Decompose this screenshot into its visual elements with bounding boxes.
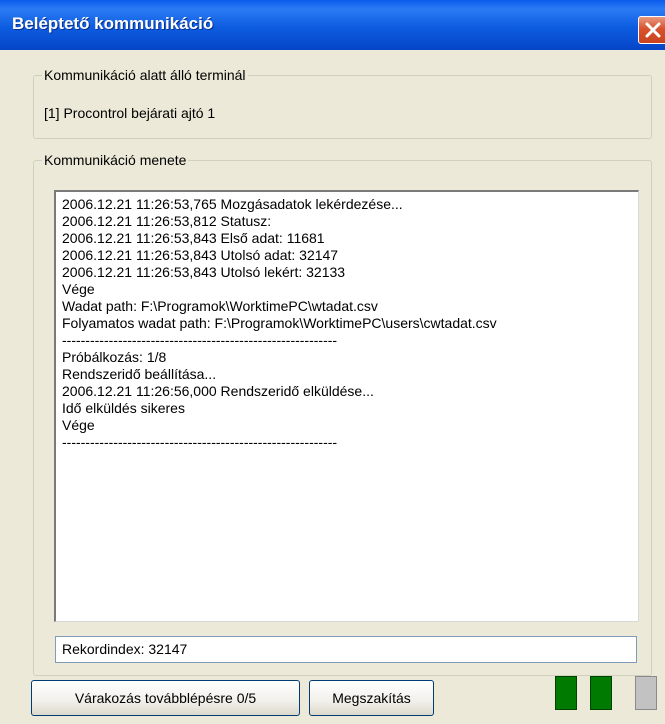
abort-button[interactable]: Megszakítás [309, 680, 434, 716]
indicator-2 [590, 676, 612, 710]
close-button[interactable] [638, 16, 665, 44]
log-group-legend: Kommunikáció menete [42, 151, 189, 169]
log-lines: 2006.12.21 11:26:53,765 Mozgásadatok lek… [56, 192, 638, 451]
log-line: Vége [62, 281, 95, 297]
communication-log[interactable]: 2006.12.21 11:26:53,765 Mozgásadatok lek… [54, 190, 639, 622]
log-line: 2006.12.21 11:26:53,812 Statusz: [62, 213, 272, 229]
log-line: 2006.12.21 11:26:56,000 Rendszeridő elkü… [62, 383, 374, 399]
title-bar[interactable]: Beléptető kommunikáció [0, 0, 665, 50]
log-line: Idő elküldés sikeres [62, 400, 185, 416]
log-line: ----------------------------------------… [62, 434, 338, 450]
indicator-3 [635, 676, 657, 710]
log-line: Próbálkozás: 1/8 [62, 349, 167, 365]
indicator-1 [555, 676, 577, 710]
log-line: 2006.12.21 11:26:53,843 Utolsó adat: 321… [62, 247, 339, 263]
log-line: 2006.12.21 11:26:53,843 Utolsó lekért: 3… [62, 264, 346, 280]
log-line: Wadat path: F:\Programok\WorktimePC\wtad… [62, 298, 378, 314]
log-line: 2006.12.21 11:26:53,843 Első adat: 11681 [62, 230, 325, 246]
log-line: Folyamatos wadat path: F:\Programok\Work… [62, 315, 497, 331]
close-icon [645, 22, 661, 38]
record-index-field[interactable]: Rekordindex: 32147 [55, 636, 637, 663]
log-line: ----------------------------------------… [62, 332, 338, 348]
log-line: Rendszeridő beállítása... [62, 366, 217, 382]
window-title: Beléptető kommunikáció [12, 14, 214, 33]
wait-button[interactable]: Várakozás továbblépésre 0/5 [31, 680, 300, 716]
terminal-name: [1] Procontrol bejárati ajtó 1 [44, 105, 216, 121]
terminal-groupbox: Kommunikáció alatt álló terminál [1] Pro… [33, 66, 652, 139]
log-line: Vége [62, 417, 95, 433]
log-line: 2006.12.21 11:26:53,765 Mozgásadatok lek… [62, 196, 403, 212]
terminal-group-legend: Kommunikáció alatt álló terminál [42, 66, 248, 84]
